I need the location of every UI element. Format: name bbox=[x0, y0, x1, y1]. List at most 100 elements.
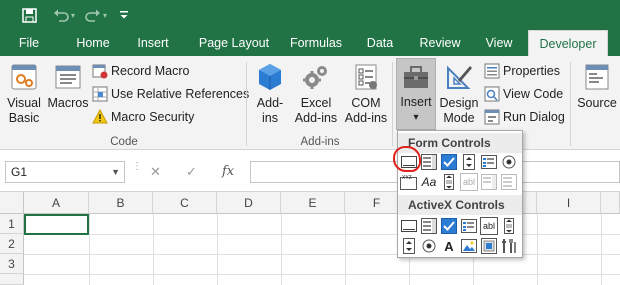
tab-file[interactable]: File bbox=[10, 30, 48, 56]
activex-image-icon[interactable] bbox=[460, 237, 478, 255]
store-addins-icon bbox=[259, 64, 281, 90]
list-box-icon[interactable] bbox=[480, 153, 498, 171]
macro-security-button[interactable]: Macro Security bbox=[92, 107, 194, 127]
column-header[interactable]: C bbox=[153, 192, 217, 214]
visual-basic-label-1: Visual bbox=[7, 96, 41, 110]
row-header[interactable]: 1 bbox=[0, 214, 24, 234]
tab-home[interactable]: Home bbox=[66, 30, 120, 56]
name-box[interactable]: G1 ▼ bbox=[5, 161, 125, 183]
properties-button[interactable]: Properties bbox=[484, 61, 560, 81]
name-box-value: G1 bbox=[11, 165, 28, 179]
cancel-icon[interactable]: ✕ bbox=[150, 164, 161, 180]
tab-developer[interactable]: Developer bbox=[528, 30, 608, 56]
redo-dropdown-icon[interactable]: ▾ bbox=[100, 6, 110, 24]
column-header[interactable]: I bbox=[537, 192, 601, 214]
warning-icon bbox=[92, 109, 108, 124]
group-separator bbox=[570, 62, 571, 146]
com-add-ins-label-2: Add-ins bbox=[344, 111, 388, 125]
visual-basic-button[interactable]: Visual Basic bbox=[4, 62, 44, 126]
scroll-bar-icon[interactable] bbox=[440, 173, 458, 191]
relative-references-icon bbox=[92, 86, 108, 102]
gears-icon bbox=[303, 66, 327, 89]
ribbon-tabs: File Home Insert Page Layout Formulas Da… bbox=[0, 30, 620, 56]
column-header[interactable]: E bbox=[281, 192, 345, 214]
record-macro-label: Record Macro bbox=[111, 64, 190, 78]
activex-option-button-icon[interactable] bbox=[420, 237, 438, 255]
activex-combo-box-icon[interactable] bbox=[420, 217, 438, 235]
tab-review[interactable]: Review bbox=[412, 30, 468, 56]
enter-icon[interactable]: ✓ bbox=[186, 164, 197, 180]
check-box-icon[interactable] bbox=[440, 153, 458, 171]
tab-page-layout[interactable]: Page Layout bbox=[188, 30, 280, 56]
source-button[interactable]: Source bbox=[574, 62, 620, 111]
toggle-button-icon[interactable] bbox=[480, 237, 498, 255]
more-controls-icon[interactable] bbox=[500, 237, 518, 255]
grid-line bbox=[24, 254, 620, 255]
label-icon[interactable]: Aa bbox=[420, 173, 438, 191]
view-code-button[interactable]: View Code bbox=[484, 84, 563, 104]
insert-function-icon[interactable]: fx bbox=[222, 164, 234, 179]
add-ins-group-label: Add-ins bbox=[300, 136, 340, 148]
com-add-ins-label-1: COM bbox=[351, 96, 381, 110]
macros-label: Macros bbox=[47, 96, 89, 110]
column-header[interactable] bbox=[601, 192, 620, 214]
add-ins-label-2: ins bbox=[262, 111, 278, 125]
tab-insert[interactable]: Insert bbox=[128, 30, 178, 56]
combo-list-edit-icon[interactable] bbox=[480, 173, 498, 191]
chevron-down-icon[interactable]: ▼ bbox=[111, 162, 120, 182]
run-dialog-icon bbox=[484, 109, 500, 125]
design-mode-button[interactable]: Design Mode bbox=[438, 62, 480, 126]
tab-data[interactable]: Data bbox=[360, 30, 400, 56]
activex-spin-button-icon[interactable] bbox=[400, 237, 418, 255]
customize-qat-icon[interactable] bbox=[118, 6, 130, 24]
row-header[interactable] bbox=[0, 274, 24, 285]
column-header[interactable]: D bbox=[217, 192, 281, 214]
command-button-icon[interactable] bbox=[400, 217, 418, 235]
chevron-down-icon: ▾ bbox=[413, 112, 419, 123]
insert-controls-button[interactable]: Insert ▾ bbox=[396, 58, 436, 130]
macros-button[interactable]: Macros bbox=[46, 62, 90, 111]
save-icon[interactable] bbox=[20, 6, 38, 24]
column-header[interactable]: A bbox=[24, 192, 89, 214]
worksheet-grid: A B C D E F G H I 1 2 3 bbox=[0, 192, 620, 285]
combo-dropdown-edit-icon[interactable] bbox=[500, 173, 518, 191]
com-add-ins-button[interactable]: COM Add-ins bbox=[344, 62, 388, 126]
macros-icon bbox=[55, 65, 81, 89]
activex-text-box-icon[interactable]: abl bbox=[480, 217, 498, 235]
tab-view[interactable]: View bbox=[478, 30, 520, 56]
record-macro-button[interactable]: Record Macro bbox=[92, 61, 190, 81]
visual-basic-icon bbox=[11, 64, 37, 90]
use-relative-references-label: Use Relative References bbox=[111, 87, 250, 101]
option-button-icon[interactable] bbox=[500, 153, 518, 171]
add-ins-button[interactable]: Add- ins bbox=[252, 62, 288, 126]
com-addins-icon bbox=[355, 64, 377, 90]
title-bar: ▾ ▾ bbox=[0, 0, 620, 30]
excel-add-ins-button[interactable]: Excel Add-ins bbox=[290, 62, 342, 126]
select-all-corner[interactable] bbox=[0, 192, 24, 214]
xml-source-icon bbox=[585, 64, 609, 90]
activex-scroll-bar-icon[interactable] bbox=[500, 217, 518, 235]
group-box-icon[interactable]: XYZ bbox=[400, 173, 418, 191]
undo-dropdown-icon[interactable]: ▾ bbox=[68, 6, 78, 24]
view-code-icon bbox=[484, 86, 500, 102]
text-field-icon[interactable]: abl bbox=[460, 173, 478, 191]
run-dialog-button[interactable]: Run Dialog bbox=[484, 107, 565, 127]
insert-label: Insert bbox=[400, 95, 432, 109]
row-header[interactable]: 2 bbox=[0, 234, 24, 254]
activex-label-icon[interactable]: A bbox=[440, 237, 458, 255]
ribbon: Visual Basic Macros Record Macro Use Rel… bbox=[0, 56, 620, 150]
combo-box-icon[interactable] bbox=[420, 153, 438, 171]
activex-list-box-icon[interactable] bbox=[460, 217, 478, 235]
spin-button-icon[interactable] bbox=[460, 153, 478, 171]
toolbox-icon bbox=[404, 66, 428, 88]
tab-formulas[interactable]: Formulas bbox=[284, 30, 348, 56]
excel-add-ins-label-1: Excel bbox=[300, 96, 332, 110]
column-header[interactable]: B bbox=[89, 192, 153, 214]
activex-check-box-icon[interactable] bbox=[440, 217, 458, 235]
use-relative-references-button[interactable]: Use Relative References bbox=[92, 84, 249, 104]
formula-bar: G1 ▼ ⋮ ✕ ✓ fx bbox=[0, 150, 620, 192]
active-cell-a1[interactable] bbox=[24, 214, 89, 235]
grid-line bbox=[24, 274, 620, 275]
view-code-label: View Code bbox=[503, 87, 564, 101]
row-header[interactable]: 3 bbox=[0, 254, 24, 274]
